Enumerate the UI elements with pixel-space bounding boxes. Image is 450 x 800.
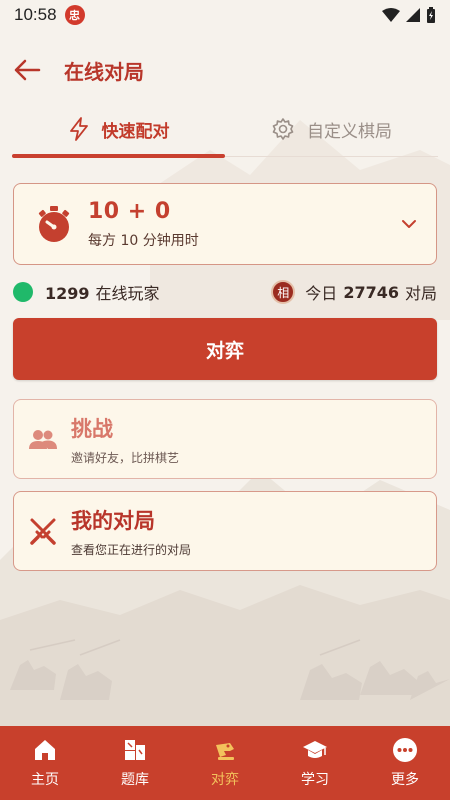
time-control-value: 10 + 0: [88, 198, 171, 224]
online-status-dot: [13, 282, 33, 302]
bottom-navigation: 主页 题库 对弈 学习 更多: [0, 726, 450, 800]
challenge-card[interactable]: 挑战 邀请好友，比拼棋艺: [13, 399, 437, 479]
tab-custom-game-label: 自定义棋局: [307, 121, 392, 142]
nav-play-label: 对弈: [211, 772, 239, 788]
home-icon: [35, 740, 55, 760]
online-players: 1299 在线玩家: [45, 280, 160, 304]
crossed-swords-icon: [30, 518, 56, 545]
graduation-cap-icon: [303, 741, 327, 758]
my-games-subtitle: 查看您正在进行的对局: [71, 542, 192, 557]
gear-icon: [272, 118, 294, 140]
wifi-icon: [382, 8, 400, 22]
puzzle-icon: [125, 740, 145, 760]
play-button[interactable]: 对弈: [13, 318, 437, 380]
battery-icon: [427, 7, 435, 23]
status-bar: 10:58 忠: [0, 0, 450, 30]
app-notification-icon: 忠: [64, 5, 85, 25]
mode-tabs: 快速配对 自定义棋局: [12, 100, 438, 158]
my-games-card[interactable]: 我的对局 查看您正在进行的对局: [13, 491, 437, 571]
back-button[interactable]: [2, 42, 52, 98]
today-games: 相 今日 27746 对局: [271, 280, 437, 304]
nav-home-label: 主页: [31, 772, 59, 788]
time-control-description: 每方 10 分钟用时: [88, 232, 199, 249]
nav-home[interactable]: 主页: [0, 726, 90, 800]
time-control-selector[interactable]: 10 + 0 每方 10 分钟用时: [13, 183, 437, 265]
more-icon: [393, 738, 417, 762]
nav-learn-label: 学习: [301, 772, 329, 788]
tab-quick-match[interactable]: 快速配对: [12, 100, 225, 158]
nav-learn[interactable]: 学习: [270, 726, 360, 800]
nav-puzzles-label: 题库: [121, 772, 149, 788]
nav-play[interactable]: 对弈: [180, 726, 270, 800]
signal-icon: [406, 8, 420, 22]
lightning-icon: [69, 117, 88, 141]
online-label: 在线玩家: [95, 284, 160, 303]
xiang-piece-icon: 相: [271, 280, 296, 304]
app-header: 在线对局: [0, 42, 450, 98]
status-time: 10:58: [14, 5, 57, 24]
challenge-subtitle: 邀请好友，比拼棋艺: [71, 450, 180, 465]
today-count: 27746: [343, 282, 399, 302]
tab-quick-match-label: 快速配对: [101, 121, 170, 142]
nav-puzzles[interactable]: 题库: [90, 726, 180, 800]
chevron-down-icon: [402, 220, 416, 228]
tab-custom-game[interactable]: 自定义棋局: [225, 100, 438, 158]
my-games-title: 我的对局: [71, 508, 155, 533]
page-title: 在线对局: [64, 59, 144, 84]
challenge-title: 挑战: [71, 416, 113, 441]
play-icon: [216, 743, 234, 760]
nav-more[interactable]: 更多: [360, 726, 450, 800]
today-suffix: 对局: [404, 284, 437, 303]
stopwatch-icon: [38, 206, 70, 242]
status-indicators: [382, 7, 436, 23]
online-count: 1299: [45, 284, 90, 303]
today-label: 今日: [305, 284, 338, 303]
stats-row: 1299 在线玩家 相 今日 27746 对局: [13, 278, 437, 306]
users-icon: [29, 430, 57, 449]
nav-more-label: 更多: [391, 772, 419, 788]
arrow-left-icon: [14, 59, 41, 81]
